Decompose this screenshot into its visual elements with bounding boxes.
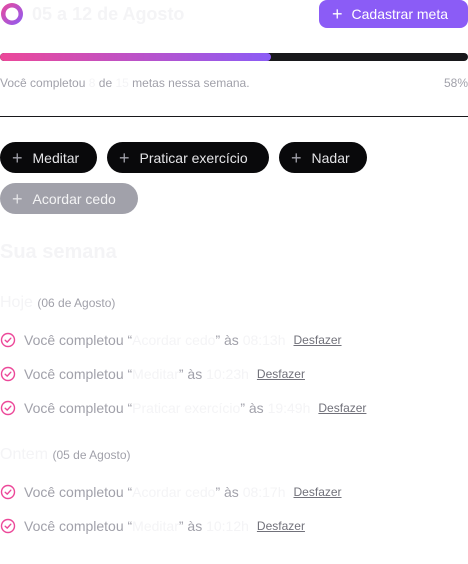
entry-prefix: Você completou “ — [24, 366, 133, 382]
completion-row: Você completou “ Acordar cedo ” às 08:13… — [0, 330, 342, 350]
progress-summary: Você completou 8 de 15 metas nessa seman… — [0, 76, 250, 90]
goal-chip-label: Meditar — [32, 149, 80, 166]
create-goal-button[interactable]: + Cadastrar meta — [319, 0, 468, 28]
week-range-title: 05 a 12 de Agosto — [32, 4, 184, 25]
progress-bar — [0, 53, 468, 61]
entry-time: 08:13h — [242, 332, 286, 348]
completion-row: Você completou “ Meditar ” às 10:23h Des… — [0, 364, 305, 384]
day-name: Ontem — [0, 446, 49, 463]
day-name: Hoje — [0, 294, 33, 311]
check-circle-icon — [0, 366, 16, 382]
plus-icon: + — [119, 147, 130, 168]
week-separator: a — [57, 4, 68, 24]
app-logo-icon — [1, 3, 23, 25]
goal-chip-nadar[interactable]: + Nadar — [279, 142, 367, 173]
entry-middle: ” às — [215, 484, 239, 500]
completion-row: Você completou “ Praticar exercício ” às… — [0, 398, 366, 418]
check-circle-icon — [0, 484, 16, 500]
goal-chip-meditar[interactable]: + Meditar — [0, 142, 97, 173]
plus-icon: + — [291, 147, 302, 168]
progress-percent: 58% — [443, 76, 468, 90]
completed-count: 8 — [88, 76, 96, 90]
entry-middle: ” às — [215, 332, 239, 348]
undo-link[interactable]: Desfazer — [294, 333, 342, 347]
entry-middle: ” às — [178, 366, 203, 382]
entry-goal: Meditar — [132, 518, 179, 534]
progress-of-word: de — [98, 76, 113, 90]
undo-link[interactable]: Desfazer — [257, 367, 305, 381]
entry-middle: ” às — [240, 400, 264, 416]
entry-time: 19:49h — [267, 400, 311, 416]
entry-time: 08:17h — [242, 484, 286, 500]
week-section-title: Sua semana — [0, 241, 117, 263]
progress-bar-fill — [0, 53, 272, 61]
undo-link[interactable]: Desfazer — [257, 519, 305, 533]
day-heading-yesterday: Ontem (05 de Agosto) — [0, 446, 131, 464]
entry-prefix: Você completou “ — [24, 332, 133, 348]
check-circle-icon — [0, 332, 16, 348]
week-end: 12 de Agosto — [72, 4, 185, 24]
entry-middle: ” às — [178, 518, 203, 534]
entry-goal: Acordar cedo — [132, 332, 216, 348]
goal-chip-label: Acordar cedo — [32, 190, 116, 207]
entry-prefix: Você completou “ — [24, 400, 133, 416]
entry-prefix: Você completou “ — [24, 484, 133, 500]
day-date: (05 de Agosto) — [52, 448, 131, 462]
entry-prefix: Você completou “ — [24, 518, 133, 534]
divider — [0, 116, 468, 117]
create-goal-label: Cadastrar meta — [351, 6, 448, 22]
progress-prefix: Você completou — [0, 76, 86, 90]
total-count: 15 — [115, 76, 129, 90]
day-date: (06 de Agosto) — [37, 296, 116, 310]
goal-chip-label: Praticar exercício — [139, 149, 248, 166]
undo-link[interactable]: Desfazer — [318, 401, 366, 415]
plus-icon: + — [332, 4, 343, 24]
completion-row: Você completou “ Meditar ” às 10:12h Des… — [0, 516, 305, 536]
header: 05 a 12 de Agosto + Cadastrar meta — [0, 0, 468, 30]
progress-suffix: metas nessa semana. — [132, 76, 250, 90]
entry-goal: Praticar exercício — [132, 400, 241, 416]
week-start: 05 — [32, 4, 53, 24]
entry-goal: Acordar cedo — [132, 484, 216, 500]
undo-link[interactable]: Desfazer — [294, 485, 342, 499]
completion-row: Você completou “ Acordar cedo ” às 08:17… — [0, 482, 342, 502]
goal-chip-label: Nadar — [311, 149, 350, 166]
entry-goal: Meditar — [132, 366, 179, 382]
plus-icon: + — [12, 188, 23, 209]
app-screen: 05 a 12 de Agosto + Cadastrar meta Você … — [0, 0, 468, 564]
plus-icon: + — [12, 147, 23, 168]
entry-time: 10:12h — [206, 518, 249, 534]
check-circle-icon — [0, 518, 16, 534]
goal-chip-praticar-exercicio[interactable]: + Praticar exercício — [107, 142, 269, 173]
day-heading-today: Hoje (06 de Agosto) — [0, 294, 115, 312]
check-circle-icon — [0, 400, 16, 416]
entry-time: 10:23h — [206, 366, 249, 382]
goal-chip-acordar-cedo: + Acordar cedo — [0, 183, 138, 214]
